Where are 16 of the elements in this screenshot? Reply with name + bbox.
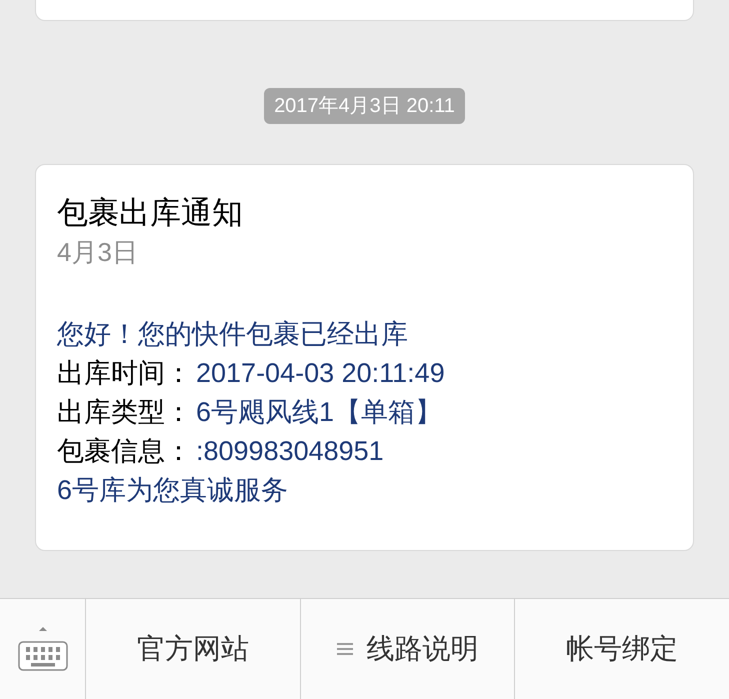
field-value: :809983048951 [196, 435, 384, 468]
field-label: 出库类型： [57, 396, 192, 429]
field-label: 出库时间： [57, 357, 192, 390]
menu-icon [336, 642, 352, 656]
message-line: 您好！您的快件包裹已经出库 [57, 318, 409, 351]
field-value: 6号飓风线1【单箱】 [196, 396, 442, 429]
message-title: 包裹出库通知 [57, 194, 244, 232]
menu-button[interactable]: 线路说明 [300, 599, 516, 699]
message-date: 4月3日 [57, 236, 139, 269]
message-line: 6号库为您真诚服务 [57, 474, 290, 507]
timestamp: 2017年4月3日 20:11 [264, 88, 465, 124]
field-label: 包裹信息： [57, 435, 192, 468]
menu-button[interactable]: 帐号绑定 [515, 599, 729, 699]
field-value: 2017-04-03 20:11:49 [196, 357, 445, 390]
menu-button[interactable]: 官方网站 [86, 599, 301, 699]
keyboard-icon [16, 626, 68, 672]
